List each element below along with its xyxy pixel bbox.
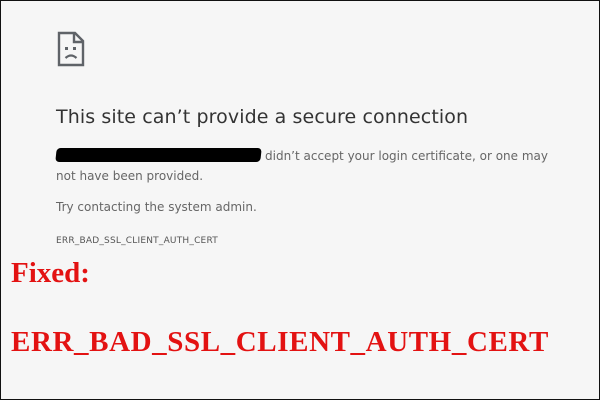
error-suggestion: Try contacting the system admin. (56, 200, 257, 214)
redacted-hostname (55, 148, 262, 162)
error-title: This site can’t provide a secure connect… (56, 106, 469, 128)
overlay-error-code: ERR_BAD_SSL_CLIENT_AUTH_CERT (11, 326, 549, 358)
overlay-heading: Fixed: (11, 257, 90, 289)
error-description: didn’t accept your login certificate, or… (55, 146, 556, 186)
sad-page-icon (57, 31, 85, 67)
screenshot-frame: This site can’t provide a secure connect… (0, 0, 600, 400)
error-code: ERR_BAD_SSL_CLIENT_AUTH_CERT (56, 236, 218, 246)
